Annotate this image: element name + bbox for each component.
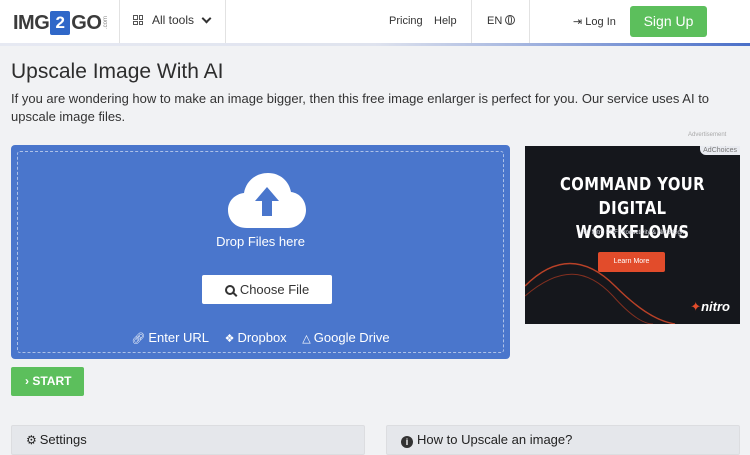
logo-text-img: IMG bbox=[13, 11, 50, 34]
adchoices-badge[interactable]: AdChoices bbox=[700, 146, 740, 155]
divider bbox=[225, 0, 226, 43]
page-description: If you are wondering how to make an imag… bbox=[11, 91, 710, 124]
language-label: EN bbox=[487, 15, 503, 27]
logo-text-2: 2 bbox=[50, 11, 71, 35]
dropbox-icon: ❖ bbox=[224, 333, 235, 345]
choose-file-label: Choose File bbox=[239, 282, 310, 297]
divider bbox=[119, 0, 120, 43]
enter-url-link[interactable]: 🔗︎ Enter URL bbox=[131, 330, 209, 345]
start-label: START bbox=[32, 374, 72, 388]
nitro-logo-icon: ✦ bbox=[690, 299, 702, 314]
google-drive-label: Google Drive bbox=[313, 330, 390, 345]
drop-files-text: Drop Files here bbox=[216, 234, 305, 249]
dropbox-label: Dropbox bbox=[237, 330, 287, 345]
enter-url-label: Enter URL bbox=[148, 330, 210, 345]
search-icon bbox=[224, 285, 235, 295]
settings-panel-header[interactable]: ⚙ Settings bbox=[11, 425, 365, 455]
dropzone-border: Drop Files here Choose File 🔗︎ Enter URL … bbox=[17, 151, 504, 353]
nav-pricing-link[interactable]: Pricing bbox=[389, 15, 423, 27]
grid-icon bbox=[133, 15, 143, 25]
google-drive-icon: △ bbox=[302, 333, 311, 345]
upload-dropzone[interactable]: Drop Files here Choose File 🔗︎ Enter URL … bbox=[11, 145, 510, 359]
language-selector[interactable]: EN bbox=[487, 15, 516, 27]
choose-file-button[interactable]: Choose File bbox=[202, 275, 332, 304]
header-stripe bbox=[0, 43, 750, 46]
signup-button[interactable]: Sign Up bbox=[630, 6, 707, 37]
logo[interactable]: IMG 2 GO .com bbox=[13, 10, 109, 36]
logo-text-go: GO bbox=[71, 11, 102, 34]
divider bbox=[529, 0, 530, 43]
advertisement-banner[interactable]: AdChoices COMMAND YOUR DIGITAL WORKFLOWS… bbox=[525, 146, 740, 324]
info-icon: i bbox=[401, 436, 413, 448]
link-icon: 🔗︎ bbox=[131, 333, 146, 345]
all-tools-menu[interactable]: All tools bbox=[133, 13, 212, 27]
chevron-right-icon: › bbox=[25, 374, 29, 388]
login-label: Log In bbox=[585, 16, 616, 28]
ad-subtext: with Nitro PDF Productivity & Nitro Sign… bbox=[579, 230, 686, 236]
ad-brand-logo: ✦nitro bbox=[690, 299, 730, 315]
logo-suffix: .com bbox=[103, 16, 110, 30]
nav-help-link[interactable]: Help bbox=[434, 15, 457, 27]
settings-label: Settings bbox=[39, 432, 87, 447]
google-drive-link[interactable]: △ Google Drive bbox=[302, 330, 389, 345]
globe-icon bbox=[505, 15, 516, 25]
ad-headline-line2: DIGITAL WORKFLOWS bbox=[575, 198, 690, 243]
login-link[interactable]: ⇥ Log In bbox=[573, 15, 616, 28]
dropbox-link[interactable]: ❖ Dropbox bbox=[225, 330, 287, 345]
gears-icon: ⚙ bbox=[26, 433, 37, 447]
all-tools-label: All tools bbox=[152, 13, 195, 27]
ad-headline-line1: COMMAND YOUR bbox=[560, 174, 705, 195]
start-button[interactable]: › START bbox=[11, 367, 84, 396]
cloud-upload-icon bbox=[228, 173, 306, 228]
upload-sources: 🔗︎ Enter URL ❖ Dropbox △ Google Drive bbox=[18, 330, 503, 345]
ad-learn-more-button[interactable]: Learn More bbox=[598, 252, 665, 272]
howto-panel-header[interactable]: i How to Upscale an image? bbox=[386, 425, 740, 455]
login-icon: ⇥ bbox=[573, 16, 583, 28]
divider bbox=[471, 0, 472, 43]
howto-label: How to Upscale an image? bbox=[417, 432, 573, 447]
ad-brand-label: nitro bbox=[701, 299, 730, 314]
page-title: Upscale Image With AI bbox=[11, 60, 224, 83]
chevron-down-icon bbox=[201, 13, 212, 23]
advertisement-label: Advertisement bbox=[688, 132, 727, 138]
top-header: IMG 2 GO .com All tools Pricing Help EN … bbox=[0, 0, 750, 43]
